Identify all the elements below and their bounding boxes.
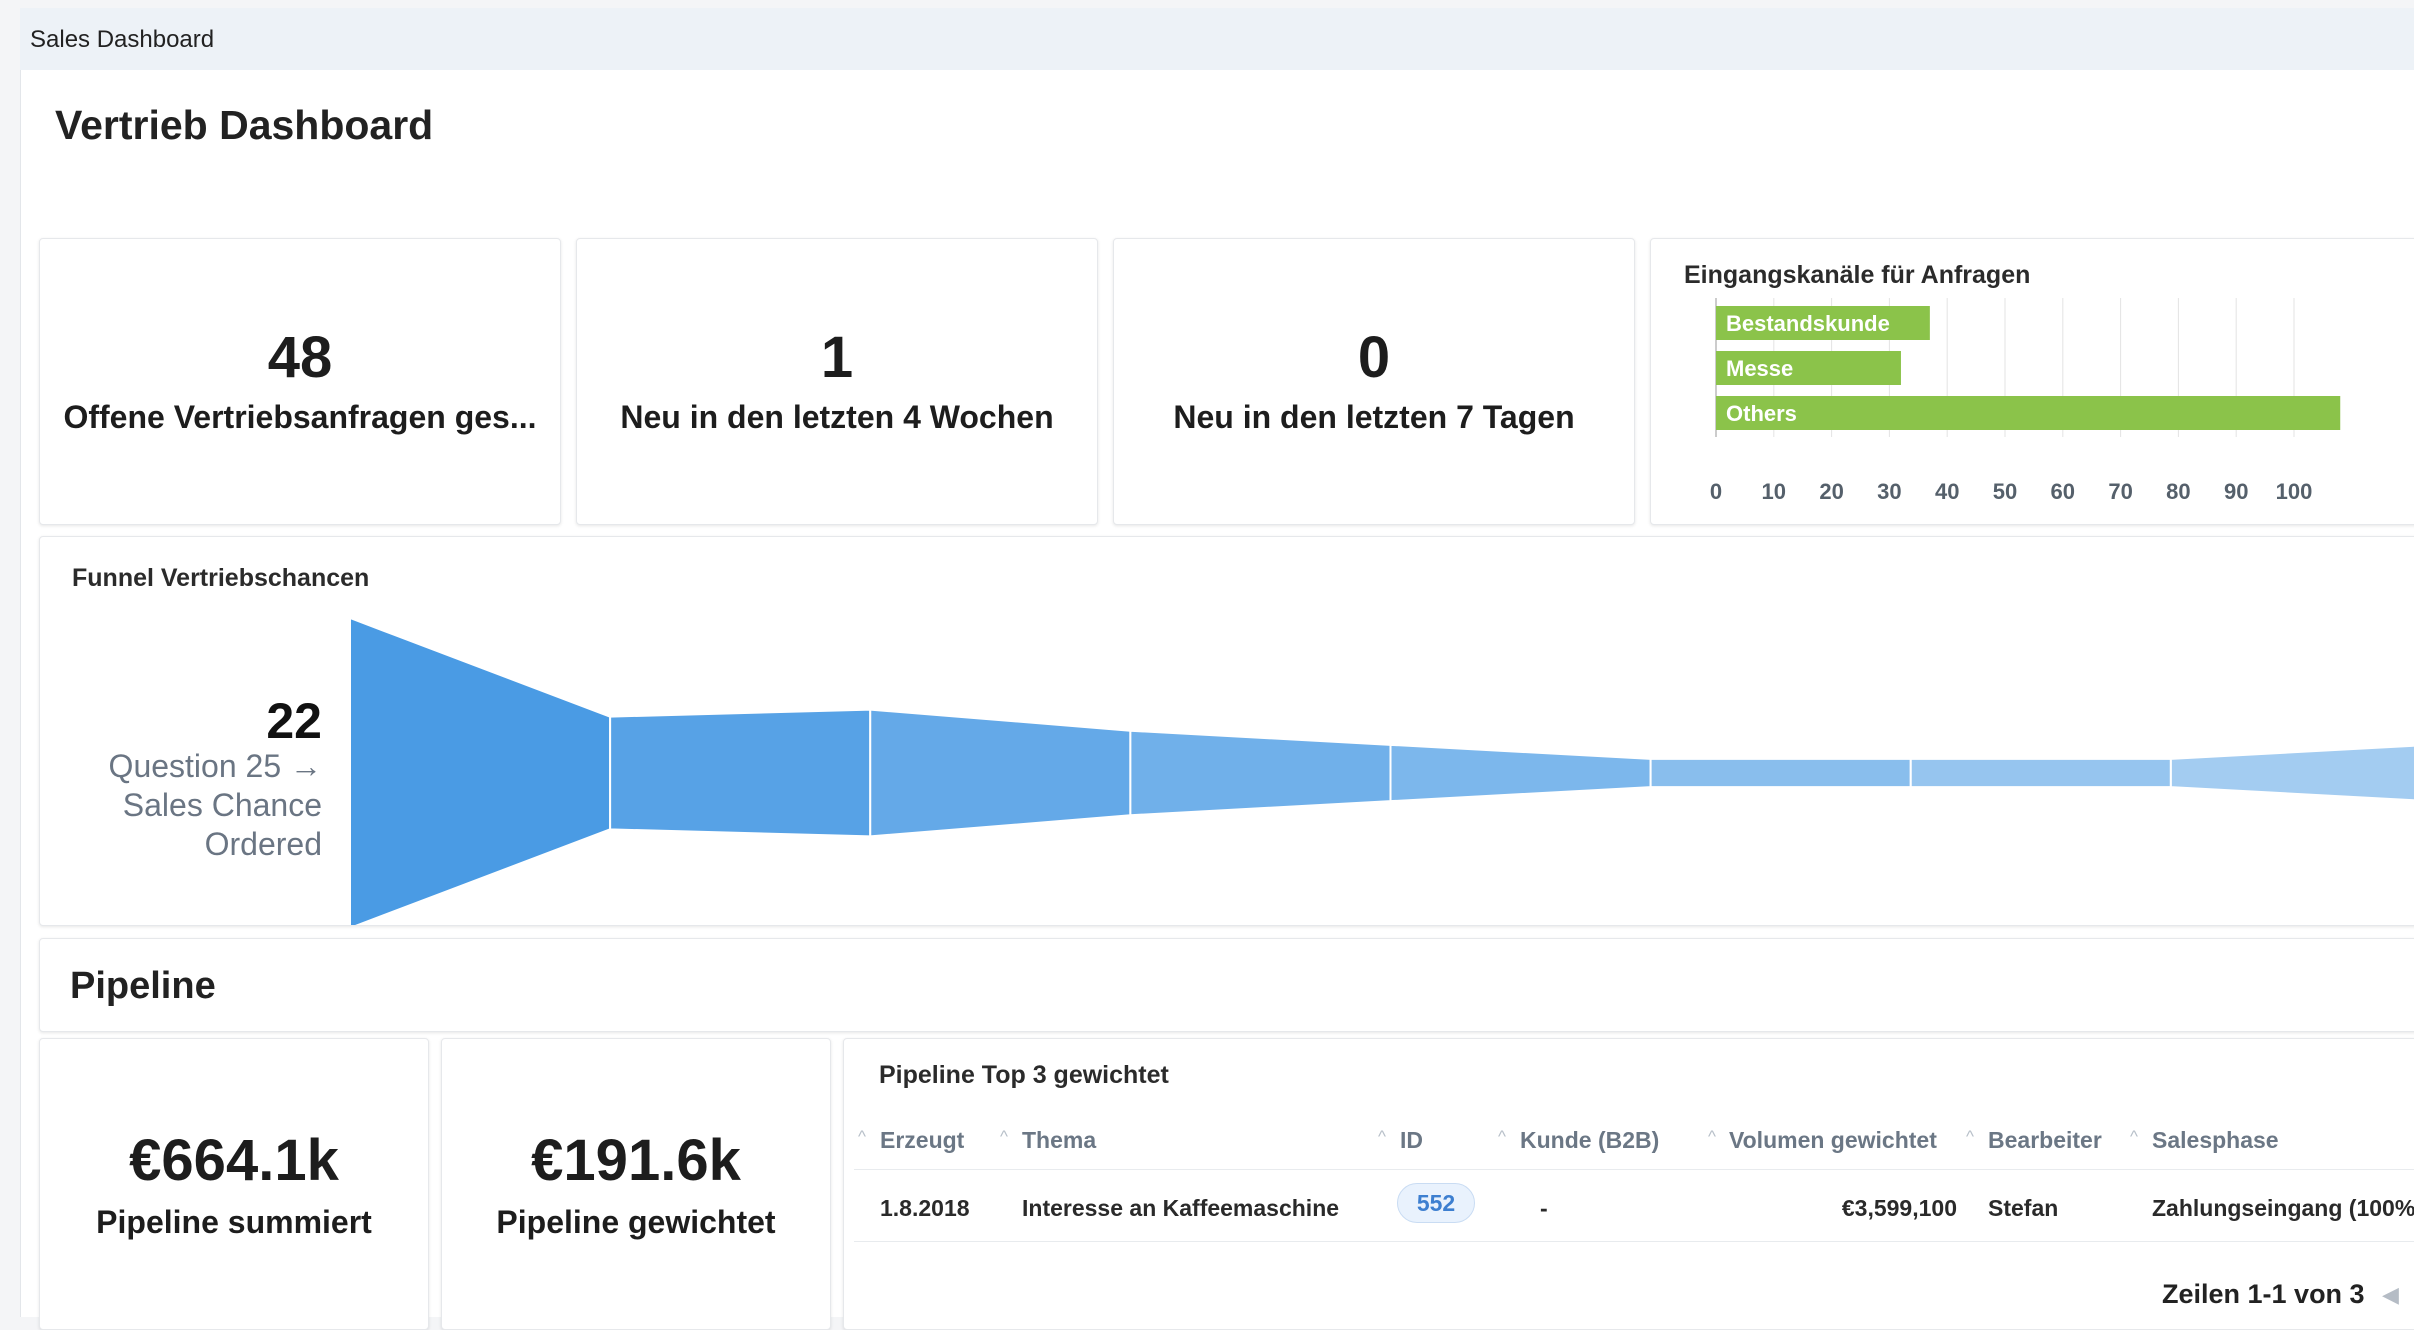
x-tick-label: 70 <box>2108 479 2132 504</box>
sort-icon[interactable]: ^ <box>1000 1127 1008 1147</box>
sort-icon[interactable]: ^ <box>1498 1127 1506 1147</box>
column-header-bearbeiter[interactable]: Bearbeiter <box>1988 1127 2102 1154</box>
x-tick-label: 10 <box>1762 479 1786 504</box>
cell-kunde: - <box>1540 1195 1548 1221</box>
bar-label: Others <box>1726 401 1797 426</box>
cell-volumen: €3,599,100 <box>1841 1195 1957 1221</box>
bar-label: Bestandskunde <box>1726 311 1890 336</box>
funnel-segment[interactable] <box>349 616 612 925</box>
sort-icon[interactable]: ^ <box>1378 1127 1386 1147</box>
previous-page-icon[interactable]: ◀ <box>2382 1282 2399 1308</box>
x-tick-label: 30 <box>1877 479 1901 504</box>
pipeline-sum-card[interactable]: €664.1k Pipeline summiert <box>39 1038 429 1330</box>
cell-erzeugt: 1.8.2018 <box>880 1195 970 1221</box>
pipeline-table-card: Pipeline Top 3 gewichtet ^ Erzeugt ^ The… <box>843 1038 2414 1330</box>
pipeline-section-header: Pipeline <box>39 938 2414 1032</box>
dashboard-page: Vertrieb Dashboard 48 Offene Vertriebsan… <box>20 70 2414 1330</box>
x-tick-label: 40 <box>1935 479 1959 504</box>
pipeline-title: Pipeline <box>70 965 216 1007</box>
kpi-value: 0 <box>1357 325 1391 390</box>
x-tick-label: 80 <box>2166 479 2190 504</box>
column-header-thema[interactable]: Thema <box>1022 1127 1096 1154</box>
cell-thema: Interesse an Kaffeemaschine <box>1022 1195 1340 1221</box>
kpi-card-new-7-days[interactable]: 0 Neu in den letzten 7 Tagen <box>1113 238 1635 525</box>
cell-bearbeiter: Stefan <box>1988 1195 2059 1221</box>
kpi-card-open-requests[interactable]: 48 Offene Vertriebsanfragen ges... <box>39 238 561 525</box>
x-tick-label: 90 <box>2224 479 2248 504</box>
funnel-chart <box>349 616 2414 925</box>
page-title: Vertrieb Dashboard <box>55 102 434 148</box>
kpi-label: Pipeline gewichtet <box>496 1204 776 1240</box>
channels-bar-chart: 0 10 20 30 40 50 60 70 80 90 100 Bestandskunde Messe… <box>1710 298 2341 504</box>
channels-chart-card: Eingangskanäle für Anfragen 0 10 20 30 40 50 6… <box>1650 238 2414 525</box>
funnel-segment[interactable] <box>869 708 1132 838</box>
kpi-label: Neu in den letzten 7 Tagen <box>1173 399 1575 435</box>
bar-label: Messe <box>1726 356 1793 381</box>
cell-id-pill[interactable]: 552 <box>1397 1183 1475 1223</box>
pagination-label: Zeilen 1-1 von 3 <box>2162 1279 2365 1309</box>
sort-icon[interactable]: ^ <box>1708 1127 1716 1147</box>
sort-icon[interactable]: ^ <box>2130 1127 2138 1147</box>
kpi-label: Neu in den letzten 4 Wochen <box>620 399 1054 435</box>
funnel-segment[interactable] <box>1649 757 1912 789</box>
column-header-salesphase[interactable]: Salesphase <box>2152 1127 2279 1154</box>
cell-salesphase: Zahlungseingang (100%) <box>2152 1195 2414 1221</box>
sort-icon[interactable]: ^ <box>1966 1127 1974 1147</box>
funnel-segment[interactable] <box>2169 744 2414 802</box>
window-title: Sales Dashboard <box>30 26 215 53</box>
bar-others[interactable] <box>1716 396 2341 430</box>
table-row-divider <box>854 1241 2414 1242</box>
column-header-erzeugt[interactable]: Erzeugt <box>880 1127 964 1154</box>
kpi-value: 1 <box>820 325 854 390</box>
column-header-id[interactable]: ID <box>1400 1127 1423 1154</box>
funnel-segment[interactable] <box>1389 743 1652 803</box>
funnel-segment[interactable] <box>1129 729 1392 817</box>
x-tick-label: 60 <box>2051 479 2075 504</box>
x-tick-label: 100 <box>2276 479 2313 504</box>
column-header-kunde[interactable]: Kunde (B2B) <box>1520 1127 1659 1154</box>
kpi-card-new-4-weeks[interactable]: 1 Neu in den letzten 4 Wochen <box>576 238 1098 525</box>
table-header-divider <box>854 1169 2414 1170</box>
funnel-segment[interactable] <box>609 708 872 838</box>
x-tick-label: 20 <box>1819 479 1843 504</box>
window-titlebar: Sales Dashboard <box>20 8 2414 71</box>
funnel-card: Funnel Vertriebschancen 22 Question 25 →… <box>39 536 2414 926</box>
column-header-volumen[interactable]: Volumen gewichtet <box>1729 1127 1937 1154</box>
kpi-value: €191.6k <box>531 1128 741 1193</box>
x-tick-label: 0 <box>1710 479 1722 504</box>
table-title: Pipeline Top 3 gewichtet <box>879 1061 1169 1089</box>
kpi-label: Offene Vertriebsanfragen ges... <box>63 399 537 435</box>
x-tick-label: 50 <box>1993 479 2017 504</box>
funnel-segment[interactable] <box>1909 757 2172 789</box>
kpi-value: 48 <box>267 325 333 390</box>
pipeline-weighted-card[interactable]: €191.6k Pipeline gewichtet <box>441 1038 831 1330</box>
kpi-value: €664.1k <box>129 1128 339 1193</box>
sort-icon[interactable]: ^ <box>858 1127 866 1147</box>
kpi-label: Pipeline summiert <box>96 1204 372 1240</box>
